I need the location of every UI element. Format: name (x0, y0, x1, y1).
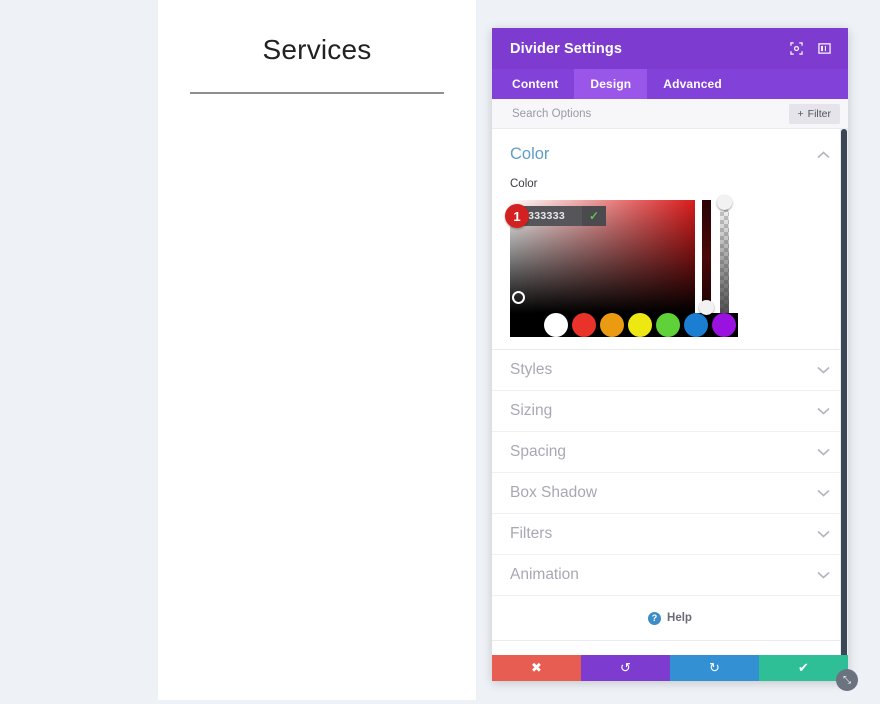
alpha-slider[interactable] (717, 195, 732, 313)
swatch-white[interactable] (544, 313, 568, 337)
modal-tab-bar: Content Design Advanced (492, 69, 848, 99)
help-icon: ? (648, 611, 662, 625)
chevron-down-icon[interactable] (817, 489, 830, 497)
scrollbar-track[interactable] (840, 129, 848, 655)
modal-title: Divider Settings (510, 40, 622, 57)
swatch-red[interactable] (572, 313, 596, 337)
save-button[interactable]: ✔ (759, 655, 848, 681)
section-color-title: Color (510, 145, 550, 163)
page-title: Services (262, 34, 372, 65)
tab-design[interactable]: Design (574, 69, 648, 99)
hue-slider[interactable] (699, 200, 714, 315)
divider-module[interactable] (190, 92, 444, 94)
step-badge: 1 (505, 204, 529, 228)
swatch-black[interactable] (516, 313, 540, 337)
undo-button[interactable]: ↺ (581, 655, 670, 681)
section-styles[interactable]: Styles (492, 350, 848, 391)
hex-input-row: 1 ✓ (505, 204, 606, 228)
content-column: Services (158, 0, 476, 700)
hex-confirm-button[interactable]: ✓ (582, 206, 606, 226)
swatch-orange[interactable] (600, 313, 624, 337)
filter-button[interactable]: + Filter (788, 103, 840, 124)
modal-header: Divider Settings (492, 28, 848, 69)
modal-body: Color Color 1 ✓ (492, 129, 848, 655)
plus-icon: + (797, 107, 804, 120)
section-box-shadow[interactable]: Box Shadow (492, 473, 848, 514)
search-input[interactable] (510, 106, 789, 121)
chevron-down-icon[interactable] (817, 448, 830, 456)
cancel-button[interactable]: ✖ (492, 655, 581, 681)
section-color-header[interactable]: Color (492, 129, 848, 172)
section-sizing-label: Sizing (510, 402, 553, 419)
section-filters[interactable]: Filters (492, 514, 848, 555)
scrollbar-thumb[interactable] (841, 129, 847, 655)
section-animation-label: Animation (510, 566, 579, 583)
hue-slider-handle[interactable] (699, 300, 714, 315)
section-box-shadow-label: Box Shadow (510, 484, 598, 501)
divider-settings-modal: Divider Settings Content Design Advanced… (492, 28, 858, 691)
chevron-up-icon[interactable] (817, 150, 830, 159)
resize-handle-icon[interactable]: ⤡ (836, 669, 858, 691)
color-picker-widget: 1 ✓ (505, 195, 738, 315)
help-label: Help (667, 612, 692, 624)
search-row: + Filter (492, 99, 848, 129)
section-spacing[interactable]: Spacing (492, 432, 848, 473)
chevron-down-icon[interactable] (817, 571, 830, 579)
layout-toggle-icon[interactable] (812, 37, 836, 61)
tab-advanced[interactable]: Advanced (647, 69, 738, 99)
section-filters-label: Filters (510, 525, 553, 542)
fullscreen-icon[interactable] (784, 37, 808, 61)
color-field-label: Color (510, 178, 538, 190)
swatch-blue[interactable] (684, 313, 708, 337)
chevron-down-icon[interactable] (817, 530, 830, 538)
section-spacing-label: Spacing (510, 443, 567, 460)
swatch-green[interactable] (656, 313, 680, 337)
modal-footer: ✖ ↺ ↻ ✔ ⤡ (492, 655, 858, 691)
alpha-slider-handle[interactable] (717, 195, 732, 210)
swatch-purple[interactable] (712, 313, 736, 337)
chevron-down-icon[interactable] (817, 407, 830, 415)
color-preset-swatches (510, 313, 738, 337)
chevron-down-icon[interactable] (817, 366, 830, 374)
tab-content[interactable]: Content (496, 69, 574, 99)
section-sizing[interactable]: Sizing (492, 391, 848, 432)
swatch-yellow[interactable] (628, 313, 652, 337)
section-styles-label: Styles (510, 361, 553, 378)
redo-button[interactable]: ↻ (670, 655, 759, 681)
alpha-slider-fill (720, 200, 729, 313)
help-row[interactable]: ? Help (492, 596, 848, 641)
filter-button-label: Filter (807, 107, 831, 120)
saturation-cursor[interactable] (512, 291, 525, 304)
section-color: Color Color 1 ✓ (492, 129, 848, 350)
section-animation[interactable]: Animation (492, 555, 848, 596)
